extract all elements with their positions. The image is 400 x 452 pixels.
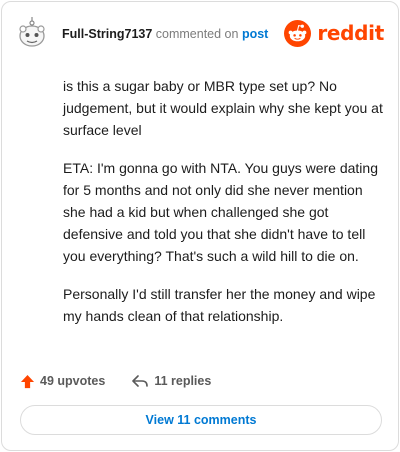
comment-paragraph: Personally I'd still transfer her the mo…	[63, 286, 376, 324]
avatar-icon[interactable]	[16, 16, 48, 50]
upvote-arrow-icon	[20, 374, 35, 388]
comment-paragraph: is this a sugar baby or MBR type set up?…	[63, 78, 383, 138]
comment-body: is this a sugar baby or MBR type set up?…	[63, 75, 389, 343]
action-text: commented on	[155, 27, 239, 41]
comment-meta: Full-String7137 commented on post	[62, 27, 268, 41]
upvote-button[interactable]: 49 upvotes	[20, 374, 105, 389]
reply-arrow-icon	[132, 375, 149, 387]
reddit-brand[interactable]: reddit	[284, 18, 384, 48]
post-link[interactable]: post	[242, 27, 268, 41]
author-name[interactable]: Full-String7137	[62, 27, 152, 41]
reddit-wordmark: reddit	[317, 21, 384, 45]
reddit-logo-icon	[284, 19, 312, 47]
comment-header: Full-String7137 commented on post reddit	[16, 16, 384, 56]
upvote-count: 49 upvotes	[40, 374, 106, 388]
comment-actions: 49 upvotes 11 replies	[20, 370, 211, 392]
replies-count: 11 replies	[154, 374, 212, 388]
comment-card: Full-String7137 commented on post reddit…	[1, 1, 399, 451]
comment-paragraph: ETA: I'm gonna go with NTA. You guys wer…	[63, 160, 378, 264]
replies-button[interactable]: 11 replies	[131, 373, 211, 389]
view-comments-button[interactable]: View 11 comments	[20, 405, 382, 435]
